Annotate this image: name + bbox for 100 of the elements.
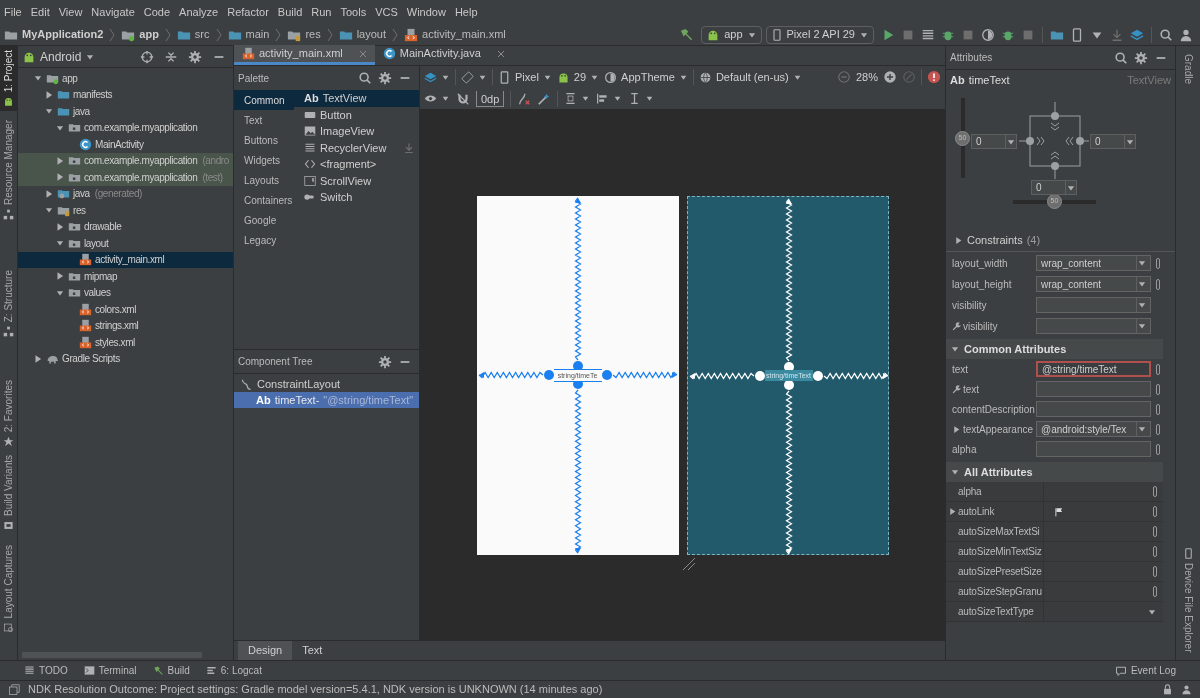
- constraint-handle[interactable]: [543, 369, 554, 380]
- default-margin-field[interactable]: 0dp: [476, 90, 505, 107]
- breadcrumb[interactable]: main: [227, 26, 270, 43]
- resource-picker-icon[interactable]: [1153, 486, 1157, 497]
- menu-item[interactable]: File: [4, 3, 22, 21]
- device-dropdown[interactable]: Pixel 2 API 29: [765, 25, 874, 44]
- tool-window-tab[interactable]: 1: Project: [0, 46, 18, 112]
- tool-window-tab[interactable]: Resource Manager: [0, 116, 18, 225]
- breadcrumb[interactable]: res: [287, 26, 321, 43]
- palette-item[interactable]: Button: [294, 106, 419, 123]
- user-icon[interactable]: [1179, 27, 1193, 42]
- resource-picker-icon[interactable]: [1153, 526, 1157, 537]
- tree-item[interactable]: drawable: [18, 218, 233, 235]
- palette-category[interactable]: Google: [234, 210, 294, 230]
- tree-item[interactable]: styles.xml: [18, 334, 233, 351]
- attribute-dropdown[interactable]: @android:style/Tex: [1036, 421, 1151, 437]
- constraint-handle[interactable]: [783, 379, 794, 390]
- menu-item[interactable]: Window: [406, 3, 446, 21]
- resource-picker-icon[interactable]: [1156, 383, 1160, 395]
- tool-window-tab[interactable]: Gradle: [1176, 50, 1200, 88]
- menu-item[interactable]: Run: [311, 3, 332, 21]
- constraints-section-header[interactable]: Constraints (4): [954, 232, 1041, 249]
- tool-window-tab[interactable]: TODO: [24, 663, 68, 678]
- tree-item[interactable]: Gradle Scripts: [18, 350, 233, 367]
- menu-item[interactable]: Analyze: [179, 3, 219, 21]
- tool-windows-icon[interactable]: [8, 683, 20, 696]
- menu-item[interactable]: VCS: [375, 3, 398, 21]
- attribute-field[interactable]: [1036, 441, 1151, 457]
- tree-item[interactable]: activity_main.xml: [18, 251, 233, 268]
- hammer-icon[interactable]: [679, 27, 695, 42]
- section-header[interactable]: All Attributes: [946, 462, 1163, 482]
- clear-constraints-icon[interactable]: [517, 91, 532, 106]
- left-margin-dropdown[interactable]: 0: [971, 134, 1017, 149]
- device-dropdown[interactable]: Pixel: [498, 68, 552, 86]
- tree-item[interactable]: MainActivity: [18, 136, 233, 153]
- search-icon[interactable]: [358, 71, 372, 85]
- constraint-handle[interactable]: [601, 369, 612, 380]
- tree-item[interactable]: app: [18, 70, 233, 87]
- resource-picker-icon[interactable]: [1156, 257, 1160, 269]
- project-view-dropdown[interactable]: Android: [22, 47, 96, 66]
- tree-item[interactable]: com.example.myapplication (test): [18, 169, 233, 186]
- palette-category[interactable]: Widgets: [234, 150, 294, 170]
- editor-tab[interactable]: MainActivity.java: [374, 45, 513, 65]
- palette-item[interactable]: Ab TextView: [294, 90, 419, 107]
- palette-category[interactable]: Containers: [234, 190, 294, 210]
- close-icon[interactable]: [496, 49, 505, 58]
- component-tree-item[interactable]: Ab timeText- "@string/timeText": [234, 392, 419, 408]
- breadcrumb[interactable]: layout: [338, 26, 386, 43]
- tree-item[interactable]: values: [18, 284, 233, 301]
- tool-window-tab[interactable]: Build Variants: [0, 451, 18, 535]
- resource-picker-icon[interactable]: [1153, 586, 1157, 597]
- resource-picker-icon[interactable]: [1156, 278, 1160, 290]
- search-icon[interactable]: [1159, 27, 1173, 42]
- resource-picker-icon[interactable]: [1156, 423, 1160, 435]
- settings-icon[interactable]: [378, 71, 392, 85]
- right-margin-dropdown[interactable]: 0: [1090, 134, 1136, 149]
- attribute-dropdown[interactable]: wrap_content: [1036, 276, 1151, 292]
- attribute-field[interactable]: [1036, 381, 1151, 397]
- resource-picker-icon[interactable]: [1153, 506, 1157, 517]
- resource-picker-icon[interactable]: [1156, 363, 1160, 375]
- resource-picker-icon[interactable]: [1156, 443, 1160, 455]
- tool-window-tab[interactable]: 2: Favorites: [0, 376, 18, 452]
- tool-window-tab[interactable]: Z: Structure: [0, 266, 18, 342]
- settings-icon[interactable]: [378, 354, 392, 369]
- event-log-tab[interactable]: Event Log: [1114, 663, 1176, 678]
- constraint-handle[interactable]: [754, 370, 765, 381]
- locate-icon[interactable]: [140, 49, 154, 64]
- constraint-handle[interactable]: [812, 370, 823, 381]
- attribute-dropdown[interactable]: wrap_content: [1036, 255, 1151, 271]
- locale-dropdown[interactable]: Default (en-us): [698, 68, 802, 86]
- tree-item[interactable]: manifests: [18, 86, 233, 103]
- attribute-field[interactable]: @string/timeText: [1036, 361, 1151, 377]
- palette-item[interactable]: ScrollView: [294, 172, 419, 189]
- search-icon[interactable]: [1114, 50, 1128, 65]
- palette-category[interactable]: Common: [234, 90, 294, 110]
- menu-item[interactable]: Navigate: [91, 3, 135, 21]
- settings-icon[interactable]: [188, 49, 202, 64]
- tree-item[interactable]: strings.xml: [18, 317, 233, 334]
- palette-item[interactable]: Switch: [294, 189, 419, 206]
- menu-item[interactable]: Tools: [340, 3, 367, 21]
- menu-item[interactable]: Help: [454, 3, 478, 21]
- tool-window-tab[interactable]: Layout Captures: [0, 541, 18, 638]
- tool-window-tab[interactable]: Device File Explorer: [1176, 543, 1200, 656]
- menu-item[interactable]: Refactor: [227, 3, 269, 21]
- tool-window-tab[interactable]: Terminal: [83, 663, 137, 678]
- collapse-all-icon[interactable]: [164, 49, 178, 64]
- palette-item[interactable]: ImageView: [294, 123, 419, 140]
- theme-dropdown[interactable]: AppTheme: [604, 68, 688, 86]
- palette-item[interactable]: RecyclerView: [294, 139, 419, 156]
- palette-item[interactable]: <fragment>: [294, 156, 419, 173]
- palette-category[interactable]: Buttons: [234, 130, 294, 150]
- editor-mode-tab[interactable]: Design: [238, 640, 293, 661]
- breadcrumb[interactable]: src: [176, 26, 210, 43]
- resource-picker-icon[interactable]: [1153, 566, 1157, 577]
- breadcrumb[interactable]: MyApplication2: [4, 26, 104, 43]
- tree-item[interactable]: mipmap: [18, 268, 233, 285]
- editor-tab[interactable]: activity_main.xml: [234, 45, 375, 65]
- resource-picker-icon[interactable]: [1156, 403, 1160, 415]
- close-icon[interactable]: [358, 49, 367, 58]
- tool-window-tab[interactable]: 6: Logcat: [205, 663, 262, 678]
